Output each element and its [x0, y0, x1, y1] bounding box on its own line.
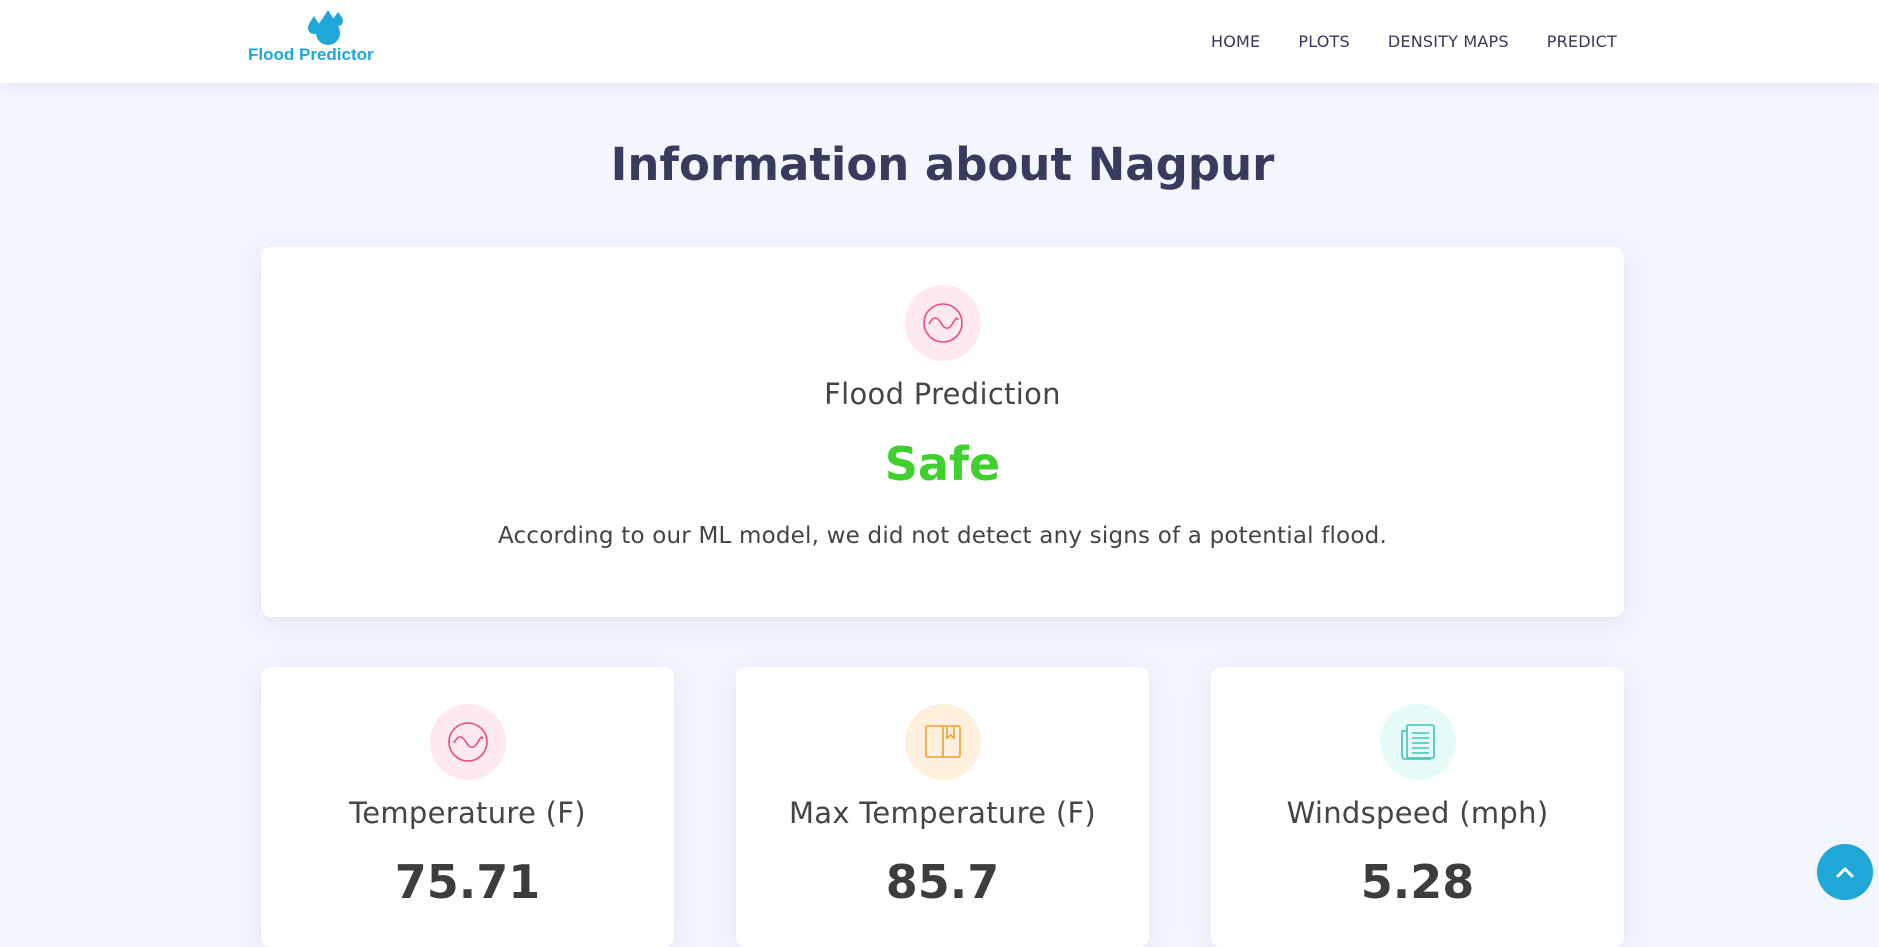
stat-value: 5.28: [1360, 855, 1475, 909]
prediction-status: Safe: [884, 437, 1001, 491]
navbar: Flood Predictor HOME PLOTS DENSITY MAPS …: [0, 0, 1879, 83]
document-icon: [1379, 704, 1456, 780]
chevron-up-icon: [1836, 867, 1854, 878]
main-nav: HOME PLOTS DENSITY MAPS PREDICT: [1211, 0, 1617, 83]
stat-card-max-temperature: Max Temperature (F) 85.7: [736, 667, 1149, 947]
nav-predict[interactable]: PREDICT: [1547, 32, 1617, 51]
stat-card-windspeed: Windspeed (mph) 5.28: [1211, 667, 1624, 947]
brand-logo[interactable]: Flood Predictor: [246, 8, 401, 68]
brand-name: Flood Predictor: [248, 45, 374, 64]
wave-icon: [904, 285, 981, 361]
stat-value: 85.7: [885, 855, 1000, 909]
page-title: Information about Nagpur: [610, 138, 1275, 192]
back-to-top-button[interactable]: [1817, 844, 1873, 900]
stat-label: Temperature (F): [349, 796, 586, 830]
stat-label: Max Temperature (F): [788, 796, 1097, 830]
prediction-description: According to our ML model, we did not de…: [498, 523, 1387, 549]
nav-density-maps[interactable]: DENSITY MAPS: [1388, 32, 1509, 51]
nav-home[interactable]: HOME: [1211, 32, 1260, 51]
stat-label: Windspeed (mph): [1286, 796, 1549, 830]
stat-value: 75.71: [394, 855, 541, 909]
prediction-card: Flood Prediction Safe According to our M…: [261, 247, 1624, 617]
book-icon: [904, 704, 981, 780]
nav-plots[interactable]: PLOTS: [1298, 32, 1350, 51]
stat-card-temperature: Temperature (F) 75.71: [261, 667, 674, 947]
prediction-label: Flood Prediction: [824, 377, 1061, 411]
water-drops-icon: [308, 10, 343, 45]
wave-icon: [429, 704, 506, 780]
